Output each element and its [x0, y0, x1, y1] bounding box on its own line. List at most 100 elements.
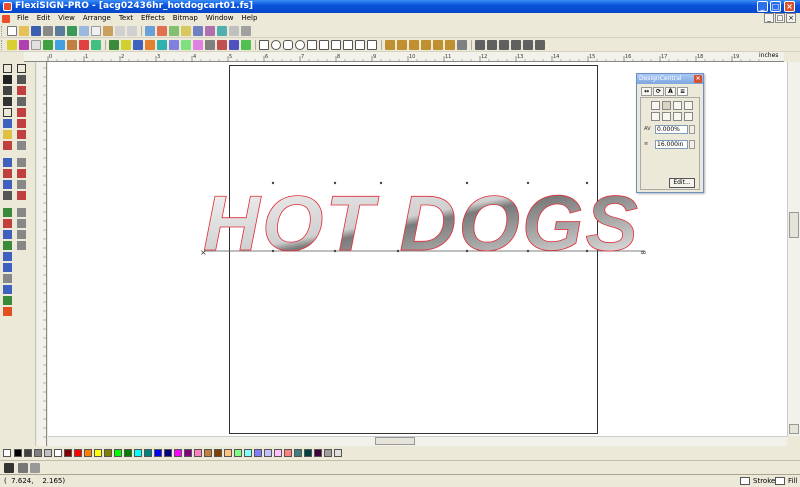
align-center-icon[interactable]: [397, 40, 407, 50]
emboss-icon[interactable]: [193, 40, 203, 50]
horizontal-scrollbar[interactable]: [48, 436, 787, 446]
magnify-minus-icon[interactable]: [3, 263, 12, 272]
palette-swatch[interactable]: [304, 449, 312, 457]
ungroup-icon[interactable]: [55, 40, 65, 50]
new-file-icon[interactable]: [7, 26, 17, 36]
vertical-scrollbar[interactable]: [787, 62, 800, 436]
outline-icon[interactable]: [31, 40, 41, 50]
mirror-icon[interactable]: [133, 40, 143, 50]
shadow-icon[interactable]: [157, 40, 167, 50]
rotate-icon[interactable]: [121, 40, 131, 50]
output-icon[interactable]: [18, 463, 28, 473]
line-width-field[interactable]: 16.000in: [655, 140, 688, 149]
measure-tool-icon[interactable]: [17, 191, 26, 200]
ellipse-icon[interactable]: [271, 40, 281, 50]
align-right-icon[interactable]: [409, 40, 419, 50]
print-icon[interactable]: [43, 26, 53, 36]
palette-swatch[interactable]: [264, 449, 272, 457]
vertical-scroll-thumb[interactable]: [789, 212, 799, 238]
arc-icon[interactable]: [331, 40, 341, 50]
tab-paragraph[interactable]: ≡: [677, 87, 688, 96]
cut-icon[interactable]: [79, 26, 89, 36]
production-icon[interactable]: [30, 463, 40, 473]
weed-icon[interactable]: [157, 26, 167, 36]
contour-tool-icon[interactable]: [17, 180, 26, 189]
menu-file[interactable]: File: [13, 13, 33, 24]
weed-tool-icon[interactable]: [17, 219, 26, 228]
space-v-icon[interactable]: [487, 40, 497, 50]
doc-restore-button[interactable]: □: [775, 13, 785, 23]
design-central-close-button[interactable]: ×: [694, 75, 702, 83]
valign-middle-icon[interactable]: [662, 112, 671, 121]
fill-tool-icon[interactable]: [3, 86, 12, 95]
unlock-icon[interactable]: [535, 40, 545, 50]
outline-path-icon[interactable]: [181, 40, 191, 50]
distribute-icon[interactable]: [457, 40, 467, 50]
palette-swatch[interactable]: [154, 449, 162, 457]
palette-swatch[interactable]: [134, 449, 142, 457]
shadow-tool-icon[interactable]: [3, 191, 12, 200]
paste-icon[interactable]: [103, 26, 113, 36]
cut-tool-icon[interactable]: [3, 219, 12, 228]
align-middle-icon[interactable]: [433, 40, 443, 50]
select-tool-icon[interactable]: [3, 64, 12, 73]
rectangle-icon[interactable]: [259, 40, 269, 50]
polygon-icon[interactable]: [307, 40, 317, 50]
copy-icon[interactable]: [91, 26, 101, 36]
palette-swatch[interactable]: [244, 449, 252, 457]
palette-swatch[interactable]: [214, 449, 222, 457]
warp-tool-icon[interactable]: [17, 169, 26, 178]
width-spinner[interactable]: [689, 140, 695, 149]
text-path-tool-icon[interactable]: [17, 75, 26, 84]
palette-swatch[interactable]: [234, 449, 242, 457]
envelope-icon[interactable]: [229, 40, 239, 50]
menu-edit[interactable]: Edit: [33, 13, 55, 24]
contour-icon[interactable]: [169, 40, 179, 50]
menu-effects[interactable]: Effects: [137, 13, 169, 24]
palette-swatch[interactable]: [104, 449, 112, 457]
combine-icon[interactable]: [67, 40, 77, 50]
valign-full-icon[interactable]: [684, 112, 693, 121]
align-left-text-icon[interactable]: [651, 101, 660, 110]
bitmap-icon[interactable]: [217, 26, 227, 36]
effects-icon[interactable]: [205, 26, 215, 36]
palette-swatch[interactable]: [314, 449, 322, 457]
smudge-tool-icon[interactable]: [17, 241, 26, 250]
palette-swatch[interactable]: [184, 449, 192, 457]
menu-window[interactable]: Window: [202, 13, 238, 24]
help-icon[interactable]: [241, 26, 251, 36]
perspective-icon[interactable]: [241, 40, 251, 50]
palette-swatch[interactable]: [74, 449, 82, 457]
palette-swatch[interactable]: [84, 449, 92, 457]
arrange-icon[interactable]: [109, 40, 119, 50]
layer-icon[interactable]: [181, 26, 191, 36]
vertical-ruler[interactable]: [37, 62, 47, 446]
knife-tool-icon[interactable]: [17, 130, 26, 139]
star-icon[interactable]: [319, 40, 329, 50]
blend-icon[interactable]: [217, 40, 227, 50]
justify-text-icon[interactable]: [684, 101, 693, 110]
doc-minimize-button[interactable]: _: [764, 13, 774, 23]
valign-bottom-icon[interactable]: [673, 112, 682, 121]
palette-swatch[interactable]: [334, 449, 342, 457]
eyedropper-tool-icon[interactable]: [3, 130, 12, 139]
distort-tool-icon[interactable]: [17, 158, 26, 167]
distort-icon[interactable]: [145, 40, 155, 50]
color-icon[interactable]: [169, 26, 179, 36]
app-icon[interactable]: [3, 2, 12, 11]
node-tool-icon[interactable]: [17, 64, 26, 73]
horizontal-ruler[interactable]: 0 1 2 3 4 5 6 7 8 9 10 11 12 13 14 15 16 17 18 19 inches: [24, 52, 784, 62]
menu-help[interactable]: Help: [237, 13, 261, 24]
palette-swatch[interactable]: [64, 449, 72, 457]
break-icon[interactable]: [79, 40, 89, 50]
document-icon[interactable]: [2, 15, 10, 23]
baseline-start-handle[interactable]: ×: [200, 248, 207, 257]
crop-tool-icon[interactable]: [3, 230, 12, 239]
tab-transform[interactable]: ↔: [641, 87, 652, 96]
palette-swatch[interactable]: [194, 449, 202, 457]
baseline-end-handle[interactable]: ∞: [640, 248, 647, 257]
send-icon[interactable]: [67, 26, 77, 36]
color-picker-icon[interactable]: [3, 141, 12, 150]
save-disk-icon[interactable]: [31, 26, 41, 36]
tab-text[interactable]: A: [665, 87, 676, 96]
